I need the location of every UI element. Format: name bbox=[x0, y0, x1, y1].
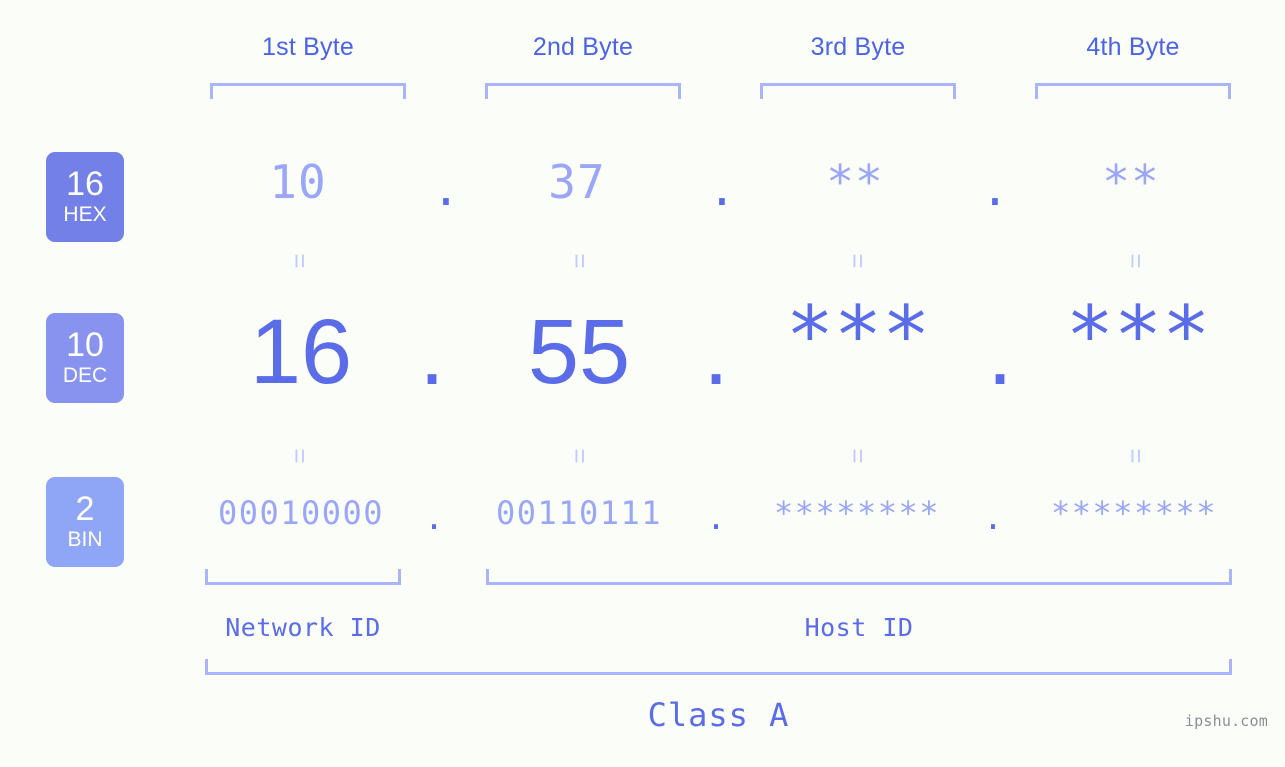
class-bracket bbox=[205, 659, 1232, 675]
base-badge-hex-number: 16 bbox=[66, 165, 104, 204]
base-badge-dec-system: DEC bbox=[62, 364, 108, 388]
byte-header-4: 4th Byte bbox=[1086, 33, 1180, 61]
class-label: Class A bbox=[647, 696, 790, 734]
byte-bracket-1 bbox=[210, 83, 406, 99]
byte-header-1: 1st Byte bbox=[262, 33, 354, 61]
bin-byte-1: 00010000 bbox=[217, 494, 385, 532]
bin-dot-3: . bbox=[983, 499, 1003, 537]
ip-address-breakdown-diagram: 1st Byte 2nd Byte 3rd Byte 4th Byte 16 H… bbox=[0, 0, 1285, 767]
dec-dot-1: . bbox=[419, 302, 445, 404]
byte-bracket-2 bbox=[485, 83, 681, 99]
base-badge-bin-system: BIN bbox=[67, 528, 103, 552]
byte-bracket-3 bbox=[760, 83, 956, 99]
network-id-bracket bbox=[205, 569, 401, 585]
bin-byte-3: ******** bbox=[773, 494, 941, 532]
host-id-bracket bbox=[486, 569, 1232, 585]
host-id-label: Host ID bbox=[804, 613, 914, 642]
watermark: ipshu.com bbox=[1184, 712, 1268, 730]
base-badge-hex: 16 HEX bbox=[46, 152, 124, 242]
byte-bracket-4 bbox=[1035, 83, 1231, 99]
base-badge-dec-number: 10 bbox=[66, 326, 104, 365]
base-badge-bin: 2 BIN bbox=[46, 477, 124, 567]
hex-dot-2: . bbox=[708, 162, 736, 216]
bin-byte-2: 00110111 bbox=[495, 494, 663, 532]
base-badge-hex-system: HEX bbox=[63, 203, 107, 227]
bin-dot-2: . bbox=[706, 499, 726, 537]
base-badge-bin-number: 2 bbox=[75, 490, 95, 529]
base-badge-dec: 10 DEC bbox=[46, 313, 124, 403]
network-id-label: Network ID bbox=[225, 613, 381, 642]
bin-dot-1: . bbox=[424, 499, 444, 537]
dec-dot-2: . bbox=[703, 302, 729, 404]
hex-dot-3: . bbox=[981, 162, 1009, 216]
bin-byte-4: ******** bbox=[1050, 494, 1218, 532]
byte-header-3: 3rd Byte bbox=[810, 33, 906, 61]
dec-dot-3: . bbox=[987, 302, 1013, 404]
hex-dot-1: . bbox=[432, 162, 460, 216]
byte-header-2: 2nd Byte bbox=[532, 33, 634, 61]
